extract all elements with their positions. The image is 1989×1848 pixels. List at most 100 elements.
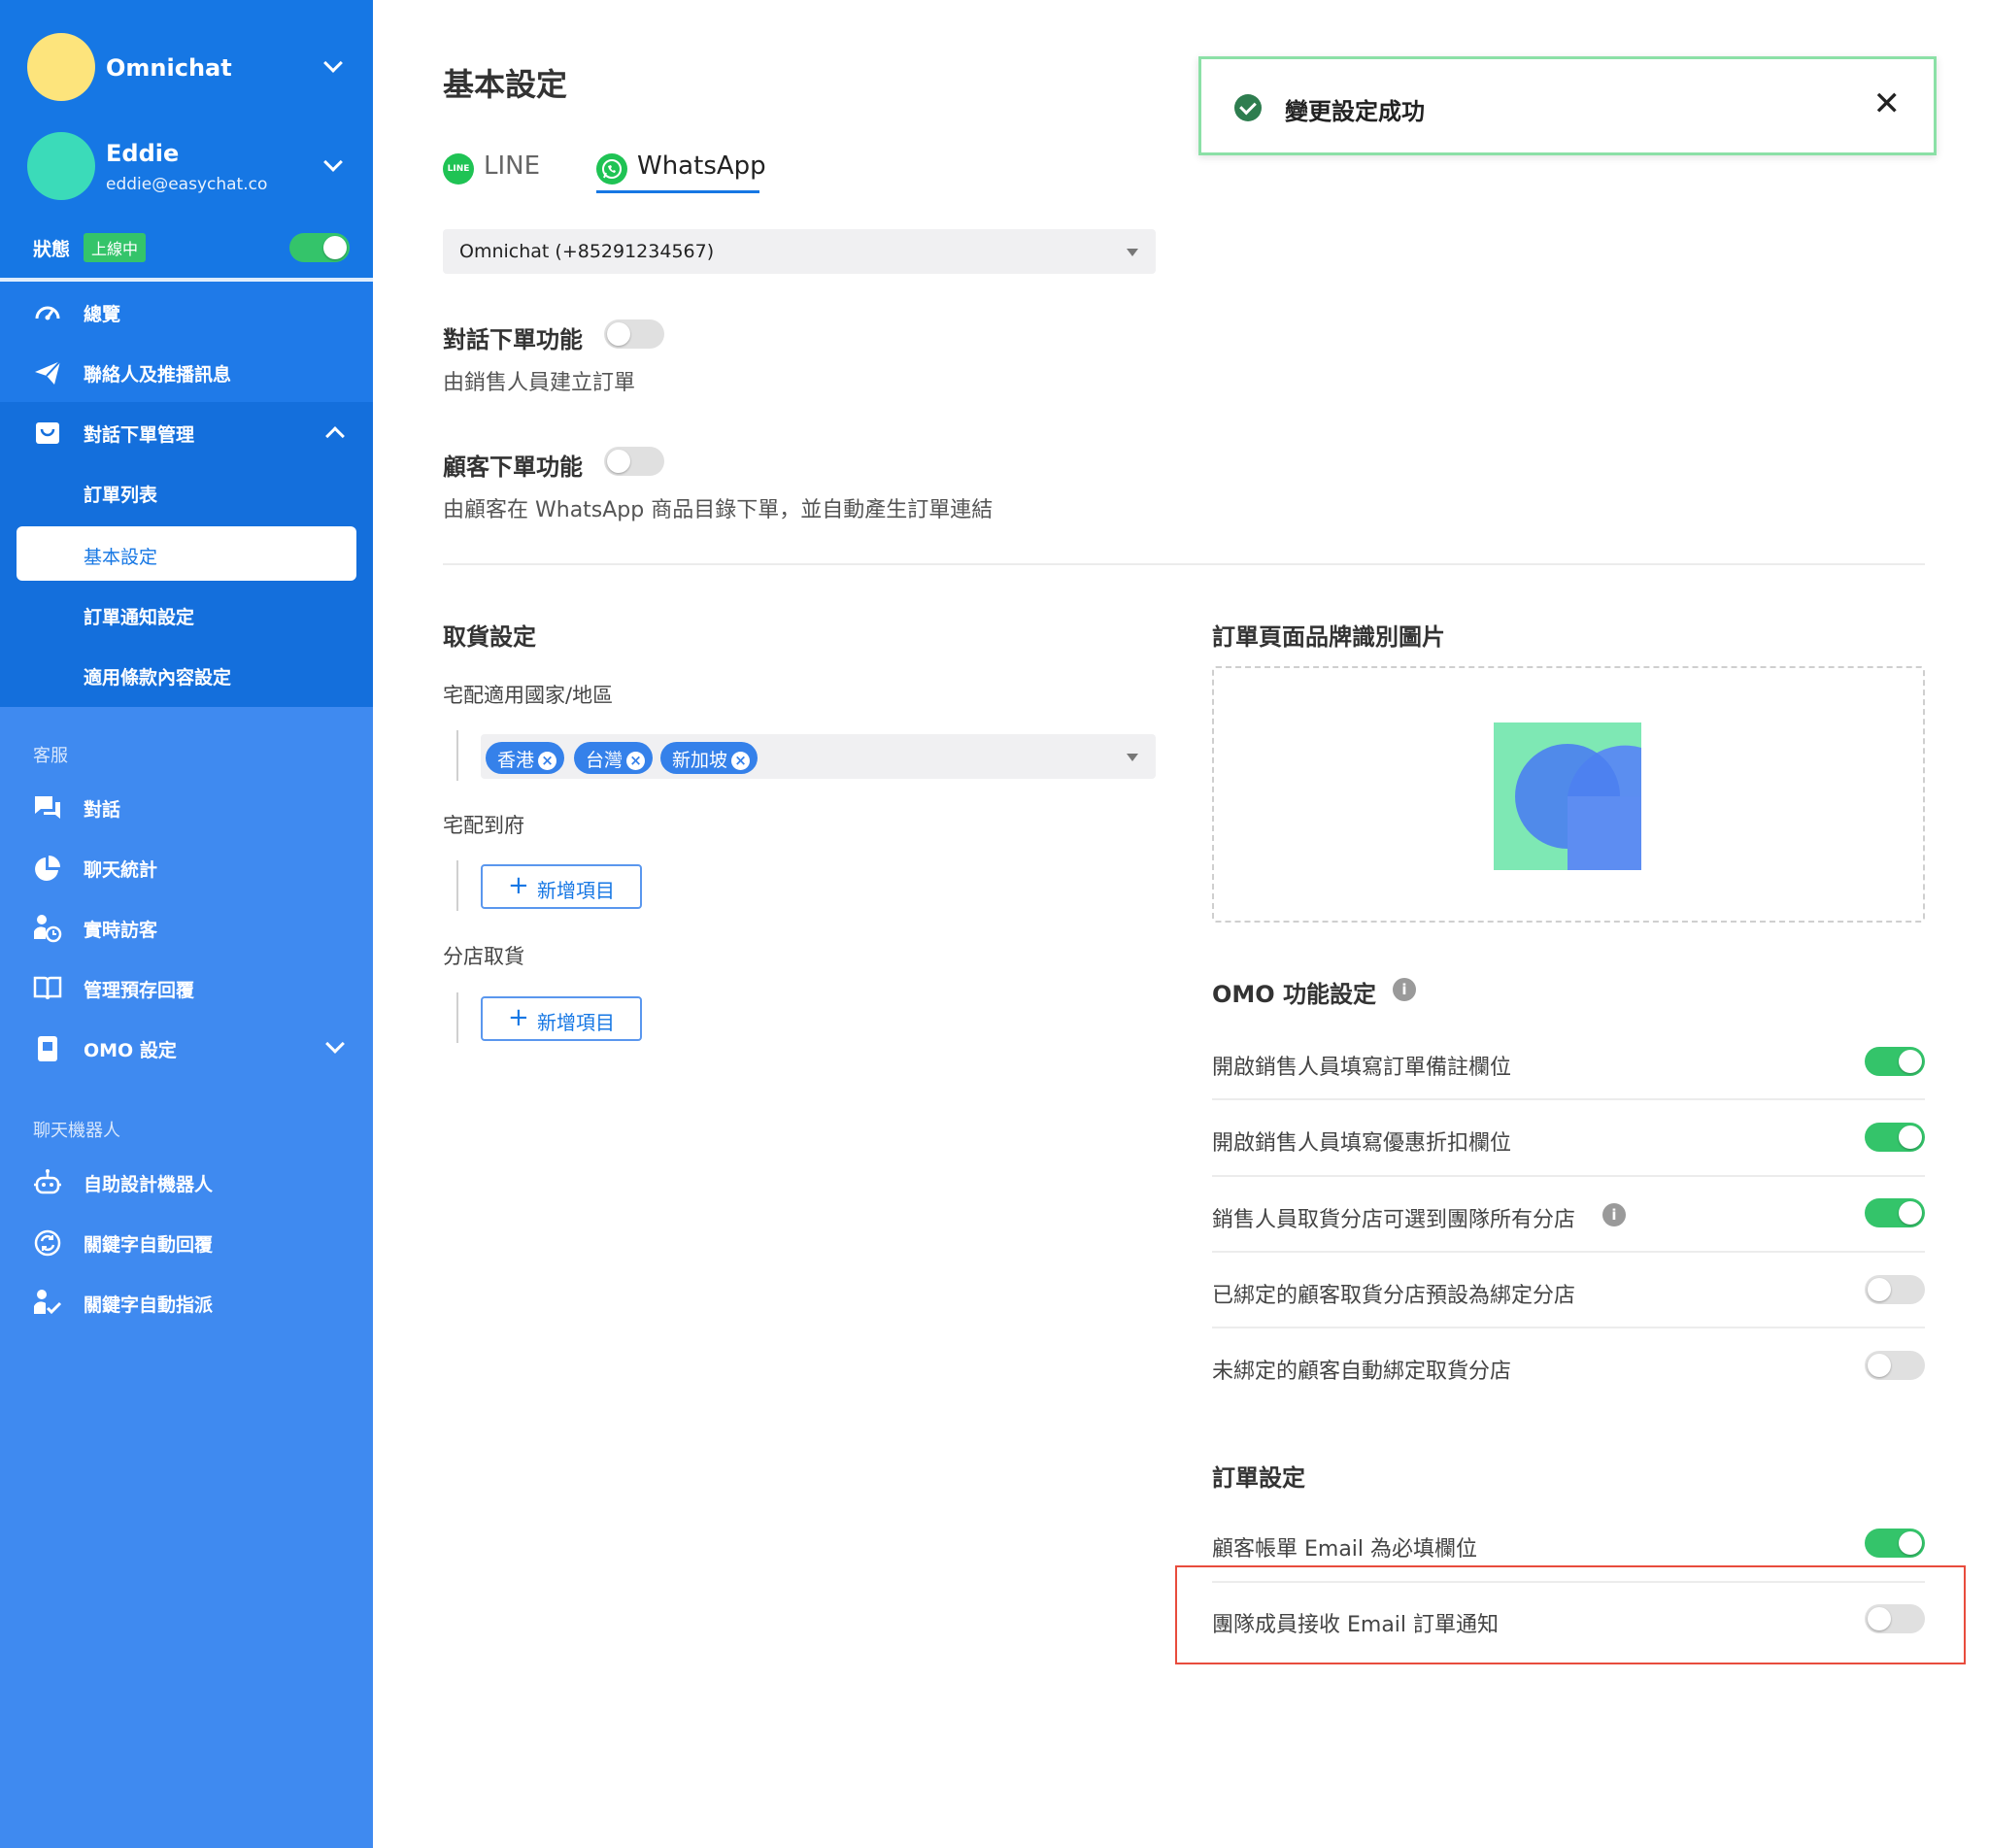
highlight-box xyxy=(1175,1565,1966,1664)
account-select[interactable]: Omnichat (+85291234567) xyxy=(443,229,1156,274)
shopping-bag-icon xyxy=(36,422,59,444)
auto-reply-icon xyxy=(34,1229,61,1257)
chat-order-toggle[interactable] xyxy=(604,319,664,349)
sidebar-item-label: 總覽 xyxy=(84,304,121,325)
omo-discount-toggle[interactable] xyxy=(1865,1123,1925,1152)
user-email: eddie@easychat.co xyxy=(106,175,268,194)
omo-row-label: 開啟銷售人員填寫優惠折扣欄位 xyxy=(1212,1131,1512,1156)
remove-chip-icon[interactable]: × xyxy=(731,752,751,770)
online-status-toggle[interactable] xyxy=(289,233,350,262)
robot-icon xyxy=(34,1169,61,1194)
info-icon[interactable]: i xyxy=(1602,1203,1626,1226)
region-chip[interactable]: 香港 × xyxy=(486,742,565,774)
sidebar-item-bot-builder[interactable]: 自助設計機器人 xyxy=(0,1152,373,1212)
indent-bar xyxy=(456,860,458,911)
toast-message: 變更設定成功 xyxy=(1285,98,1425,125)
omo-row-label: 開啟銷售人員填寫訂單備註欄位 xyxy=(1212,1056,1512,1080)
status-badge: 上線中 xyxy=(84,233,147,262)
tab-label: LINE xyxy=(484,151,541,181)
sidebar-item-label: 自助設計機器人 xyxy=(84,1174,214,1195)
add-item-label: 新增項目 xyxy=(537,1011,615,1034)
sidebar-subitem-order-notification[interactable]: 訂單通知設定 xyxy=(0,587,373,643)
region-chip-label: 香港 xyxy=(497,750,535,771)
org-switcher[interactable]: Omnichat xyxy=(27,33,357,101)
region-chip-label: 台灣 xyxy=(586,750,624,771)
sidebar-item-live-visitors[interactable]: 實時訪客 xyxy=(0,897,373,958)
tab-label: WhatsApp xyxy=(637,151,766,181)
close-icon[interactable]: ✕ xyxy=(1873,84,1902,123)
region-chip[interactable]: 台灣 × xyxy=(574,742,654,774)
sidebar-subitem-order-list[interactable]: 訂單列表 xyxy=(0,464,373,521)
omo-all-stores-toggle[interactable] xyxy=(1865,1198,1925,1227)
sidebar-item-conversations[interactable]: 對話 xyxy=(0,777,373,837)
user-avatar xyxy=(27,132,95,200)
customer-order-toggle[interactable] xyxy=(604,447,664,476)
row-divider xyxy=(1212,1327,1925,1328)
omo-bound-store-toggle[interactable] xyxy=(1865,1275,1925,1304)
org-avatar xyxy=(27,33,95,101)
chat-order-desc: 由銷售人員建立訂單 xyxy=(443,371,636,395)
line-icon: LINE xyxy=(443,153,474,185)
brand-image-upload[interactable] xyxy=(1212,666,1925,923)
omo-row-label: 已綁定的顧客取貨分店預設為綁定分店 xyxy=(1212,1284,1576,1308)
section-title-support: 客服 xyxy=(33,746,68,766)
info-icon[interactable]: i xyxy=(1393,978,1416,1001)
sidebar-subitem-label: 訂單列表 xyxy=(84,485,158,506)
user-switcher[interactable]: Eddie eddie@easychat.co xyxy=(27,132,357,200)
section-divider xyxy=(443,563,1925,565)
sidebar-subitem-label: 基本設定 xyxy=(84,547,158,568)
sidebar-item-chat-stats[interactable]: 聊天統計 xyxy=(0,837,373,897)
omo-settings-title: OMO 功能設定 xyxy=(1212,981,1377,1008)
pie-chart-icon xyxy=(35,856,60,881)
sidebar-item-overview[interactable]: 總覽 xyxy=(0,282,373,342)
account-select-value: Omnichat (+85291234567) xyxy=(459,241,715,262)
user-name: Eddie xyxy=(106,140,180,167)
sidebar-item-contacts-broadcast[interactable]: 聯絡人及推播訊息 xyxy=(0,342,373,402)
sidebar-item-keyword-reply[interactable]: 關鍵字自動回覆 xyxy=(0,1212,373,1272)
omo-remark-toggle[interactable] xyxy=(1865,1047,1925,1076)
region-chip[interactable]: 新加坡 × xyxy=(660,742,759,774)
add-home-delivery-button[interactable]: + 新增項目 xyxy=(481,864,642,909)
sidebar-item-omo-settings[interactable]: OMO 設定 xyxy=(0,1018,373,1078)
dashboard-icon xyxy=(35,306,60,320)
sidebar-subitem-terms[interactable]: 適用條款內容設定 xyxy=(0,647,373,703)
sidebar-item-canned-replies[interactable]: 管理預存回覆 xyxy=(0,958,373,1018)
brand-image-title: 訂單頁面品牌識別圖片 xyxy=(1212,623,1445,651)
sidebar-item-label: 關鍵字自動回覆 xyxy=(84,1234,214,1256)
active-tab-indicator xyxy=(596,190,759,193)
store-pickup-label: 分店取貨 xyxy=(443,945,524,968)
plus-icon: + xyxy=(508,871,529,900)
add-item-label: 新增項目 xyxy=(537,879,615,902)
caret-down-icon xyxy=(1127,754,1138,761)
omo-row-label: 未綁定的顧客自動綁定取貨分店 xyxy=(1212,1360,1512,1384)
home-delivery-label: 宅配到府 xyxy=(443,814,524,837)
order-setting-row-label: 顧客帳單 Email 為必填欄位 xyxy=(1212,1537,1478,1562)
page-title: 基本設定 xyxy=(443,66,568,103)
indent-bar xyxy=(456,730,458,781)
add-store-pickup-button[interactable]: + 新增項目 xyxy=(481,996,642,1041)
sidebar-item-label: 對話下單管理 xyxy=(84,424,195,446)
tab-line[interactable]: LINE LINE xyxy=(443,148,559,196)
sidebar-item-keyword-assign[interactable]: 關鍵字自動指派 xyxy=(0,1272,373,1332)
paper-plane-icon xyxy=(35,360,61,385)
tab-whatsapp[interactable]: WhatsApp xyxy=(596,148,766,196)
plus-icon: + xyxy=(508,1003,529,1032)
whatsapp-icon xyxy=(596,153,627,185)
sidebar-item-label: 聯絡人及推播訊息 xyxy=(84,364,232,386)
brand-logo-image xyxy=(1494,722,1641,870)
remove-chip-icon[interactable]: × xyxy=(538,752,557,770)
chevron-down-icon xyxy=(323,152,343,172)
sidebar-item-label: OMO 設定 xyxy=(84,1040,177,1061)
indent-bar xyxy=(456,992,458,1043)
chevron-up-icon xyxy=(325,426,345,446)
section-title-chatbot: 聊天機器人 xyxy=(33,1121,120,1141)
sidebar-subitem-basic-settings[interactable]: 基本設定 xyxy=(17,526,356,581)
remove-chip-icon[interactable]: × xyxy=(626,752,646,770)
omo-auto-bind-toggle[interactable] xyxy=(1865,1351,1925,1380)
sidebar-item-label: 管理預存回覆 xyxy=(84,980,195,1001)
pickup-settings-title: 取貨設定 xyxy=(443,623,536,651)
sidebar-item-chat-order[interactable]: 對話下單管理 xyxy=(0,402,373,462)
sidebar-item-label: 聊天統計 xyxy=(84,859,158,881)
order-settings-title: 訂單設定 xyxy=(1212,1464,1305,1492)
billing-email-required-toggle[interactable] xyxy=(1865,1529,1925,1558)
